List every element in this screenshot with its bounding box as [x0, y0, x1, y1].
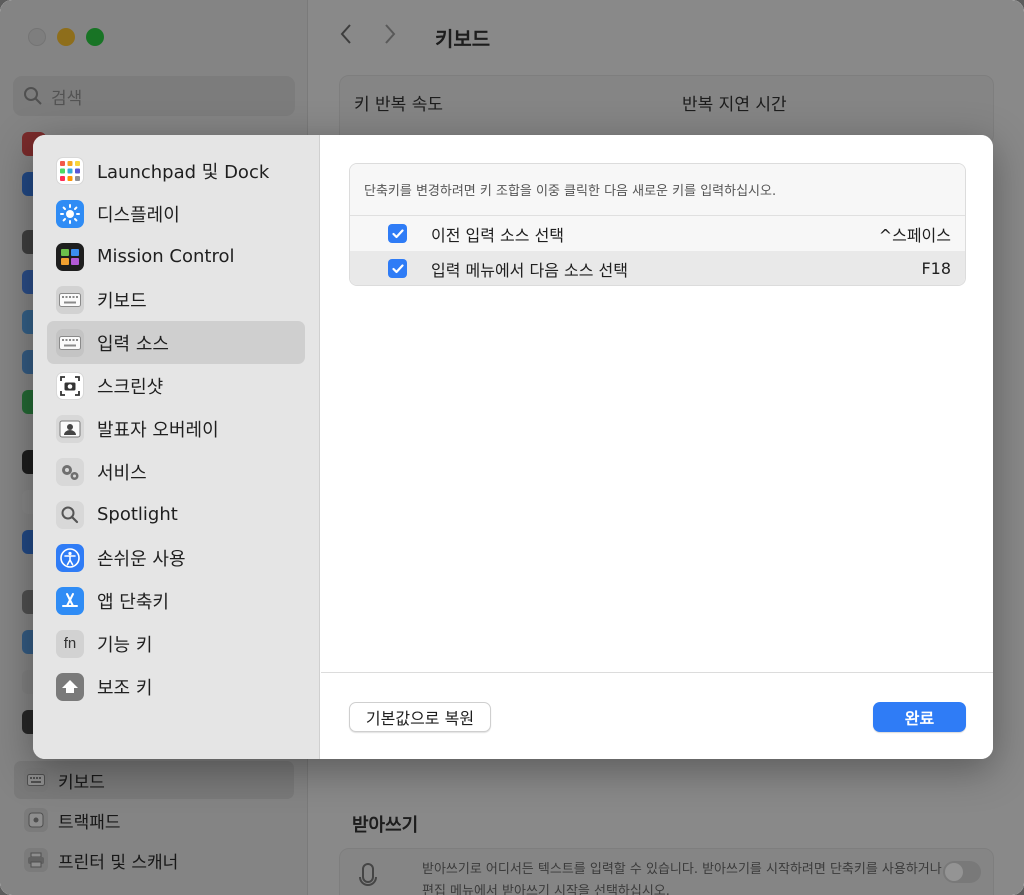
sidebar-item-label: 디스플레이 — [97, 204, 180, 226]
shortcut-key-combo[interactable]: F18 — [921, 259, 951, 278]
sidebar-item-label: 키보드 — [97, 290, 147, 312]
sidebar-item-launchpad-dock[interactable]: Launchpad 및 Dock — [47, 149, 305, 192]
shortcut-row-next-source[interactable]: 입력 메뉴에서 다음 소스 선택 F18 — [350, 251, 965, 285]
input-sources-icon — [56, 328, 84, 357]
shortcut-name: 입력 메뉴에서 다음 소스 선택 — [431, 260, 628, 280]
display-icon — [56, 199, 84, 228]
sidebar-item-app-shortcuts[interactable]: 앱 단축키 — [47, 579, 305, 622]
sidebar-item-presenter-overlay[interactable]: 발표자 오버레이 — [47, 407, 305, 450]
sidebar-item-accessibility[interactable]: 손쉬운 사용 — [47, 536, 305, 579]
sidebar-item-input-sources[interactable]: 입력 소스 — [47, 321, 305, 364]
checkmark-icon — [391, 263, 404, 273]
function-keys-icon: fn — [56, 629, 84, 658]
sidebar-item-spotlight[interactable]: Spotlight — [47, 493, 305, 536]
shortcuts-description: 단축키를 변경하려면 키 조합을 이중 클릭한 다음 새로운 키를 입력하십시오… — [350, 164, 965, 216]
app-shortcuts-icon — [56, 586, 84, 615]
sidebar-item-label: Launchpad 및 Dock — [97, 161, 270, 183]
sidebar-item-services[interactable]: 서비스 — [47, 450, 305, 493]
sidebar-item-label: 손쉬운 사용 — [97, 548, 186, 570]
shortcut-name: 이전 입력 소스 선택 — [431, 225, 565, 245]
shortcuts-category-list: Launchpad 및 Dock 디스플레이 Mission Control 키… — [47, 149, 305, 708]
sidebar-item-label: 발표자 오버레이 — [97, 419, 219, 441]
sidebar-item-label: 서비스 — [97, 462, 147, 484]
presenter-overlay-icon — [56, 414, 84, 443]
restore-defaults-button[interactable]: 기본값으로 복원 — [349, 702, 491, 732]
services-icon — [56, 457, 84, 486]
shortcuts-table: 단축키를 변경하려면 키 조합을 이중 클릭한 다음 새로운 키를 입력하십시오… — [349, 163, 966, 286]
sidebar-item-mission-control[interactable]: Mission Control — [47, 235, 305, 278]
sidebar-item-label: 앱 단축키 — [97, 591, 169, 613]
screenshot-icon — [56, 371, 84, 400]
accessibility-icon — [56, 543, 84, 572]
keyboard-shortcuts-sheet: Launchpad 및 Dock 디스플레이 Mission Control 키… — [33, 135, 993, 759]
shortcut-enabled-checkbox[interactable] — [388, 224, 407, 243]
launchpad-icon — [56, 156, 84, 185]
sidebar-item-function-keys[interactable]: fn 기능 키 — [47, 622, 305, 665]
sidebar-item-label: Spotlight — [97, 504, 178, 525]
sidebar-item-label: 기능 키 — [97, 634, 153, 656]
shortcuts-sidebar: Launchpad 및 Dock 디스플레이 Mission Control 키… — [33, 135, 320, 759]
shortcut-enabled-checkbox[interactable] — [388, 259, 407, 278]
sidebar-item-label: 스크린샷 — [97, 376, 164, 398]
sidebar-item-label: Mission Control — [97, 246, 235, 267]
sidebar-item-keyboard[interactable]: 키보드 — [47, 278, 305, 321]
shortcuts-detail-pane: 단축키를 변경하려면 키 조합을 이중 클릭한 다음 새로운 키를 입력하십시오… — [321, 135, 993, 673]
shortcut-row-previous-source[interactable]: 이전 입력 소스 선택 ^스페이스 — [350, 216, 965, 251]
done-button[interactable]: 완료 — [873, 702, 966, 732]
keyboard-icon — [56, 285, 84, 314]
sidebar-item-screenshot[interactable]: 스크린샷 — [47, 364, 305, 407]
mission-control-icon — [56, 242, 84, 271]
checkmark-icon — [391, 228, 404, 238]
sheet-footer: 기본값으로 복원 완료 — [321, 672, 993, 759]
modifier-keys-icon — [56, 672, 84, 701]
sidebar-item-display[interactable]: 디스플레이 — [47, 192, 305, 235]
shortcut-key-combo[interactable]: ^스페이스 — [879, 222, 951, 246]
sidebar-item-modifier-keys[interactable]: 보조 키 — [47, 665, 305, 708]
sidebar-item-label: 보조 키 — [97, 677, 153, 699]
spotlight-icon — [56, 500, 84, 529]
sidebar-item-label: 입력 소스 — [97, 333, 169, 355]
